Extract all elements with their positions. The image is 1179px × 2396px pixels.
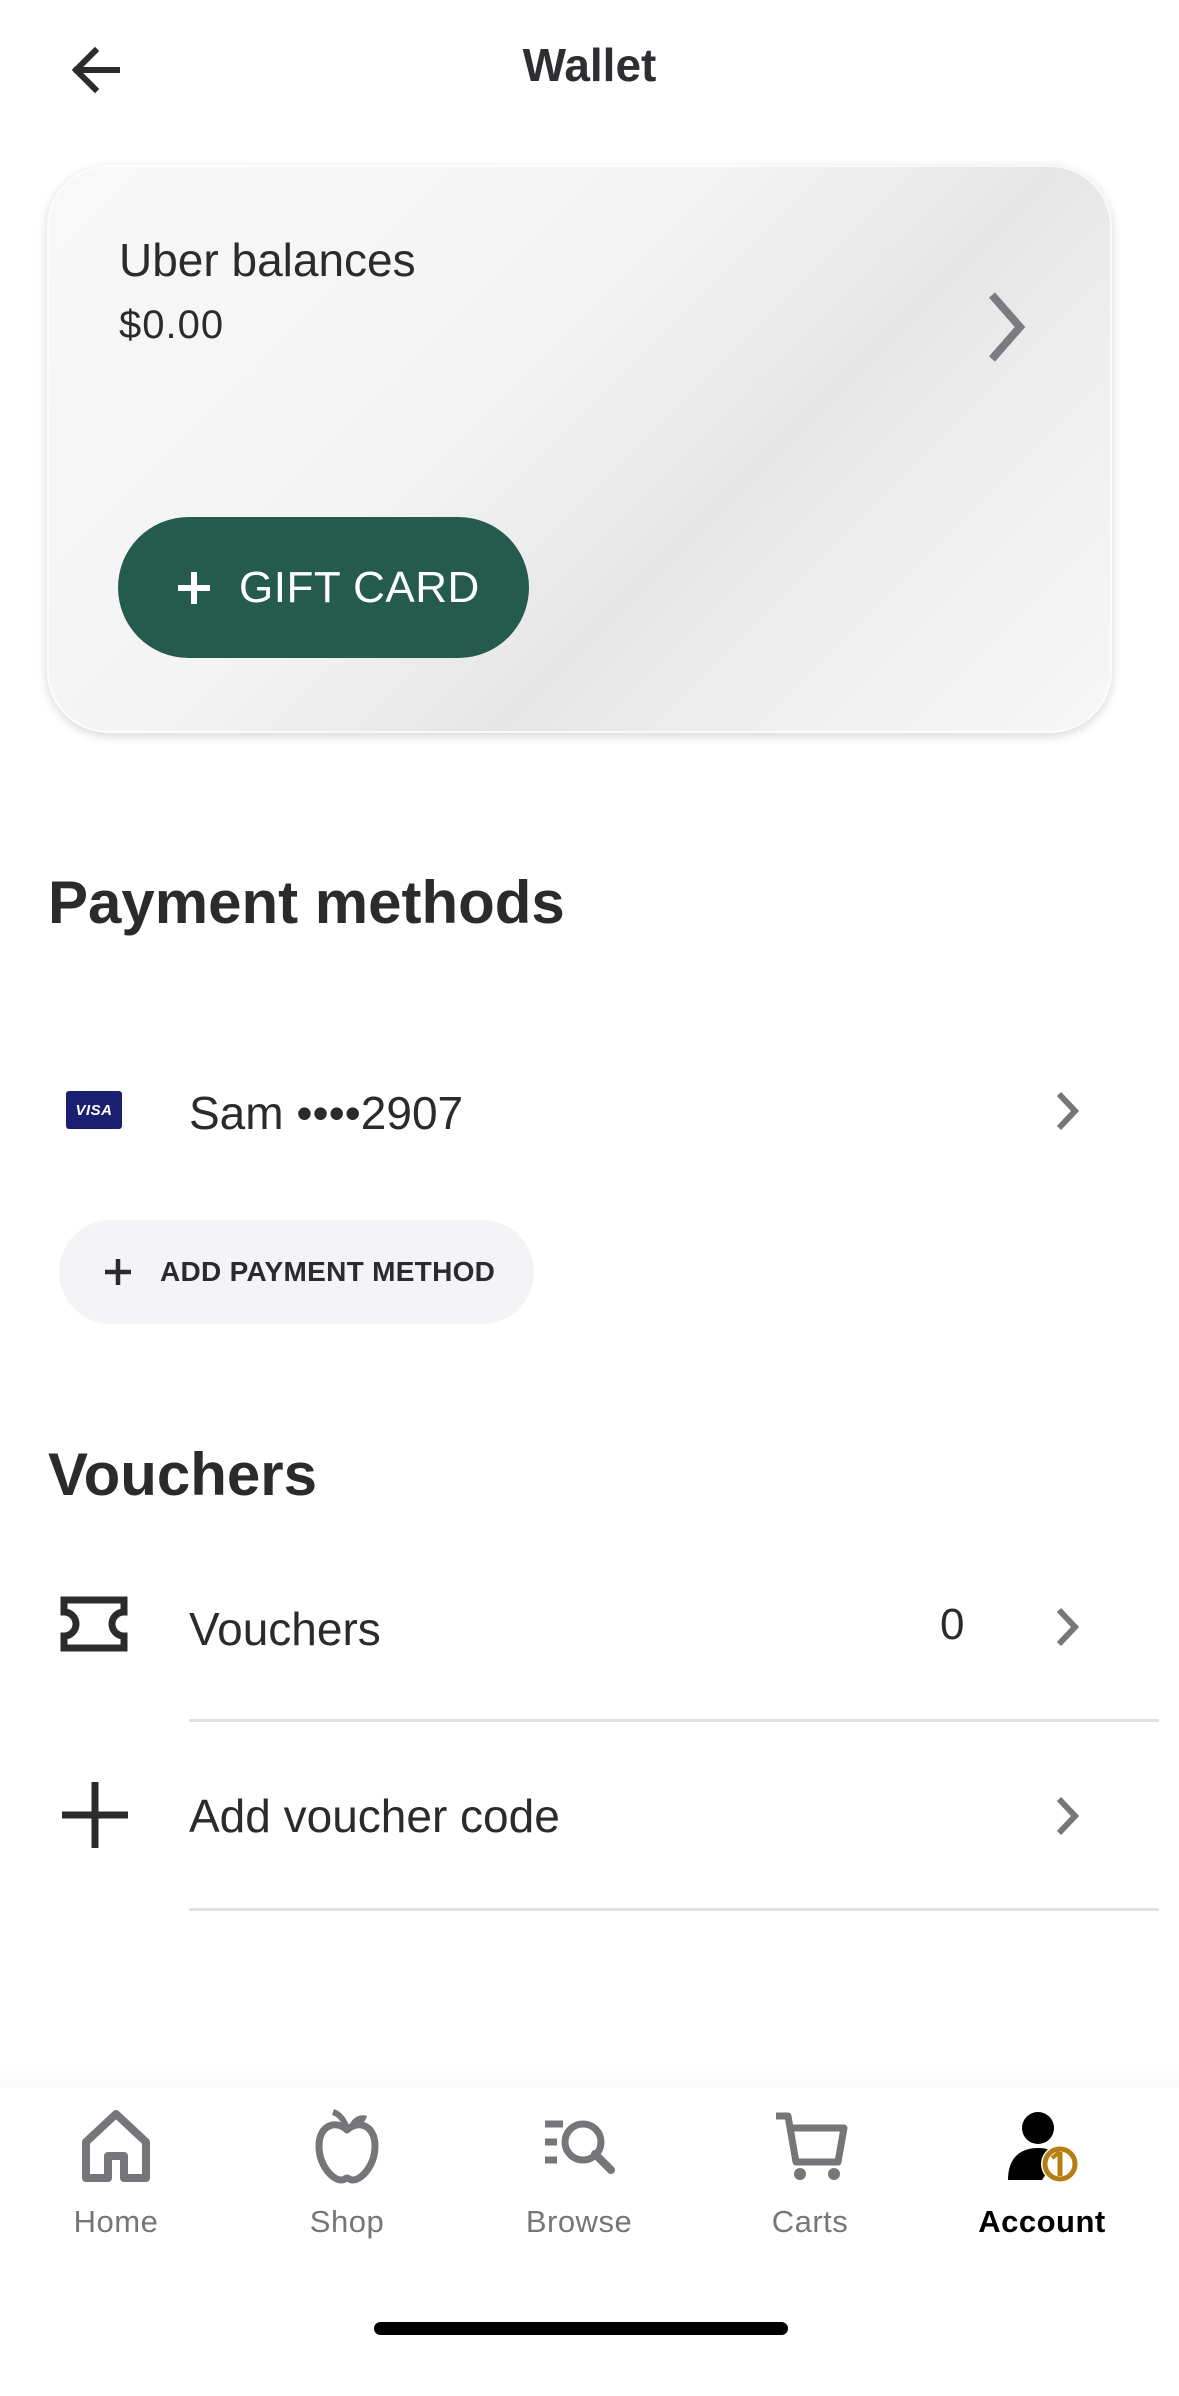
balance-title: Uber balances [119,234,416,286]
uber-balance-card[interactable]: Uber balances $0.00 GIFT CARD [47,165,1112,733]
nav-home[interactable]: Home [6,2106,226,2256]
nav-browse[interactable]: Browse [469,2106,689,2256]
nav-browse-label: Browse [525,2204,633,2239]
nav-carts[interactable]: Carts [700,2106,920,2256]
add-voucher-code-row[interactable]: Add voucher code [0,1735,1179,1895]
balance-amount: $0.00 [119,303,225,347]
apple-icon [315,2109,379,2184]
visa-card-icon: VISA [66,1091,122,1129]
nav-account[interactable]: Account [932,2106,1152,2256]
nav-shop-label: Shop [309,2204,385,2239]
divider [189,1719,1159,1722]
chevron-right-icon [1056,1091,1080,1131]
browse-search-icon [545,2120,615,2174]
vouchers-count: 0 [940,1600,965,1649]
payment-method-label: Sam ••••2907 [189,1087,464,1139]
cart-icon [776,2112,848,2180]
nav-account-label: Account [978,2204,1106,2239]
ticket-icon [60,1596,128,1652]
vouchers-label: Vouchers [189,1603,381,1655]
plus-icon [105,1259,131,1285]
add-payment-method-label: ADD PAYMENT METHOD [160,1256,496,1287]
nav-home-label: Home [73,2204,159,2239]
chevron-right-icon [1056,1796,1080,1836]
add-voucher-code-label: Add voucher code [189,1790,560,1842]
nav-shop[interactable]: Shop [237,2106,457,2256]
bottom-navigation: Home Shop Browse Carts Account [0,2088,1179,2396]
chevron-right-icon [988,292,1026,362]
add-payment-method-button[interactable]: ADD PAYMENT METHOD [59,1220,534,1324]
chevron-right-icon [1056,1607,1080,1647]
home-indicator [374,2322,788,2335]
plus-icon [62,1782,128,1848]
gift-card-label: GIFT CARD [239,562,480,612]
page-title: Wallet [522,39,657,91]
divider [189,1908,1159,1911]
vouchers-heading: Vouchers [48,1441,317,1508]
vouchers-row[interactable]: Vouchers 0 [0,1548,1179,1708]
home-icon [82,2110,150,2182]
nav-carts-label: Carts [771,2204,849,2239]
account-icon [1008,2112,1079,2183]
nav-shadow [0,2060,1179,2090]
payment-method-row[interactable]: VISA Sam ••••2907 [0,1048,1179,1172]
add-gift-card-button[interactable]: GIFT CARD [118,517,529,658]
payment-methods-heading: Payment methods [48,869,565,936]
plus-icon [178,571,210,604]
